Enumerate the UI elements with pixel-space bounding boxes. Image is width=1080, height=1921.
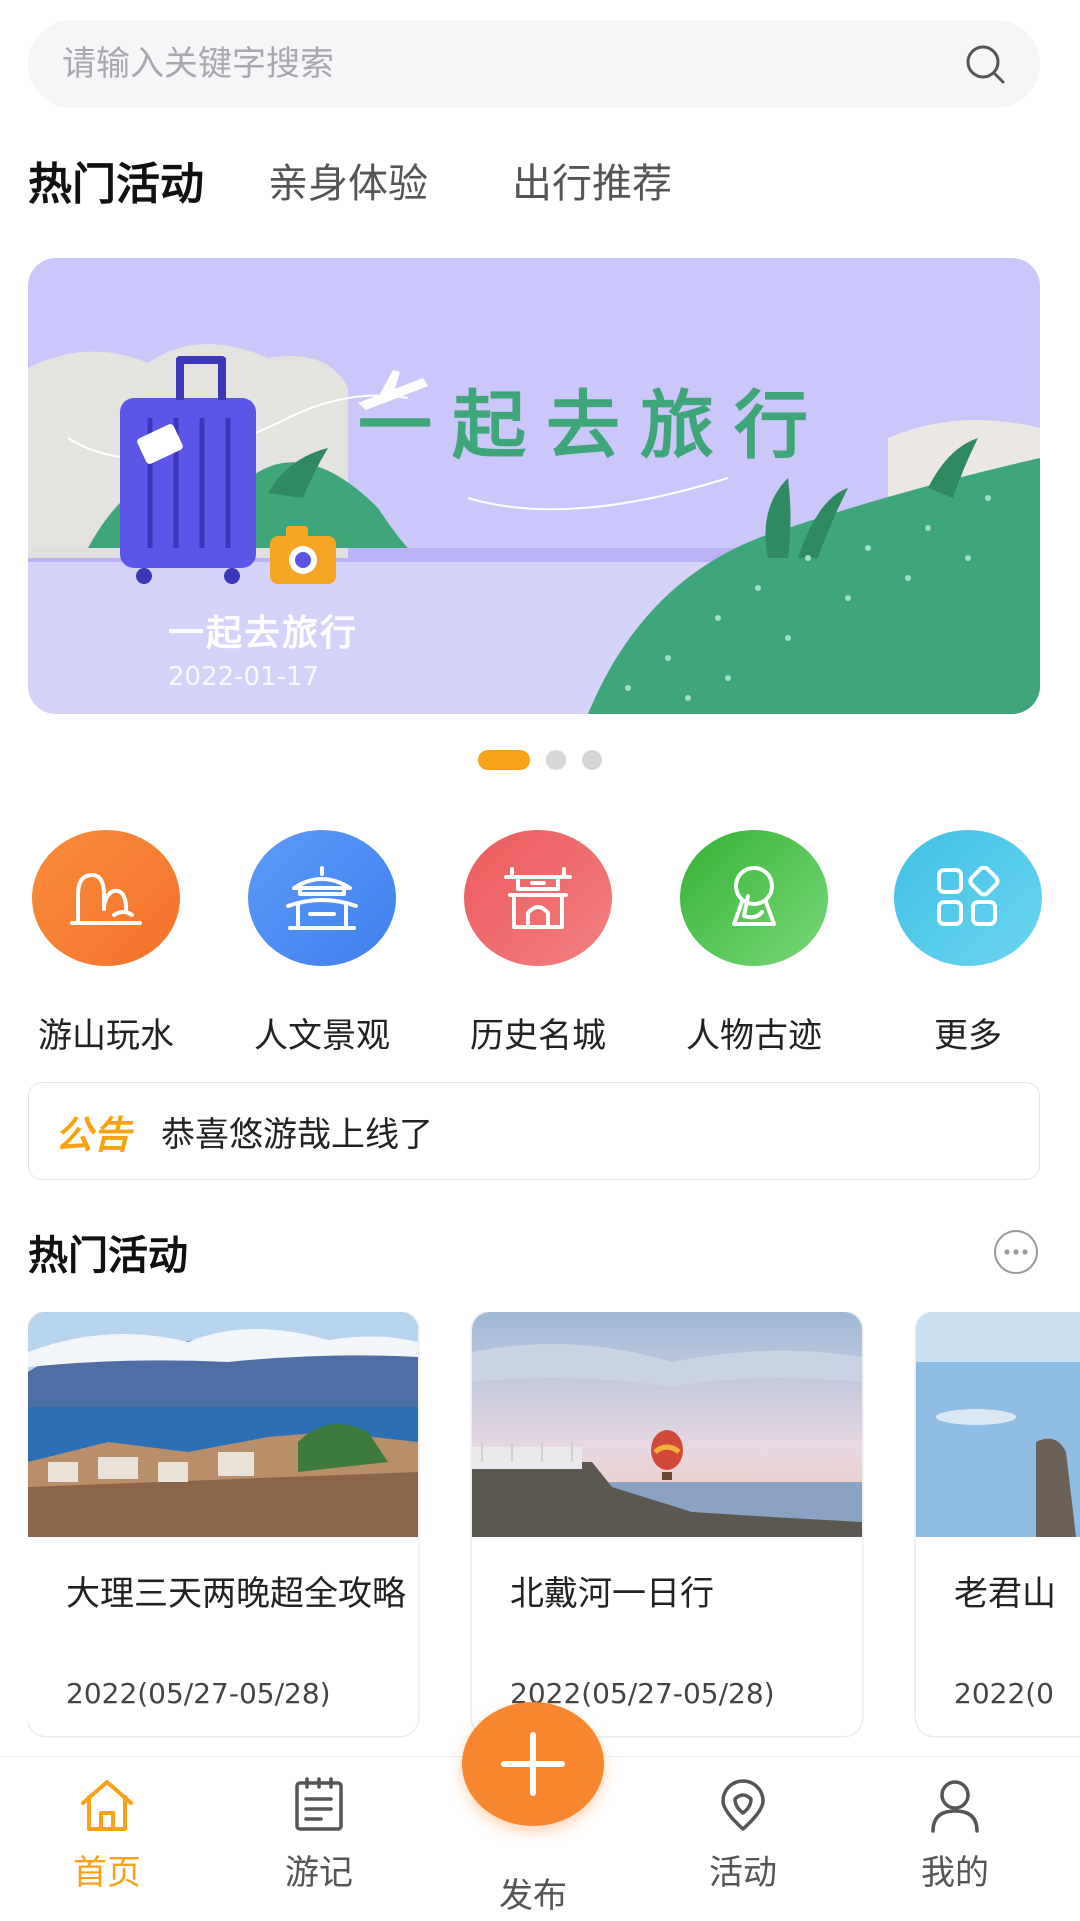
carousel-indicator	[0, 750, 1080, 770]
activity-carousel[interactable]: 大理三天两晚超全攻略 2022(05/27-05/28) 北戴河一日行 2022…	[28, 1312, 1080, 1742]
activity-date: 2022(0	[954, 1677, 1054, 1710]
location-icon	[721, 1779, 765, 1831]
home-icon	[81, 1780, 133, 1831]
carousel-dot-active[interactable]	[478, 750, 530, 770]
category-label: 人文景观	[254, 1016, 390, 1056]
nav-label: 游记	[285, 1853, 353, 1893]
category-label: 历史名城	[470, 1016, 606, 1056]
category-mountain[interactable]: 游山玩水	[16, 830, 196, 1057]
activity-card[interactable]: 大理三天两晚超全攻略 2022(05/27-05/28)	[28, 1312, 418, 1736]
activity-card[interactable]: 老君山 2022(0	[916, 1312, 1080, 1736]
tab-hot-activities[interactable]: 热门活动	[28, 148, 204, 212]
banner-caption: 一起去旅行 2022-01-17	[168, 604, 358, 692]
search-bar[interactable]	[28, 20, 1040, 108]
tab-travel-recommend[interactable]: 出行推荐	[512, 151, 672, 209]
notice-tag: 公告	[55, 1112, 132, 1157]
banner-caption-date: 2022-01-17	[168, 662, 320, 692]
publish-button[interactable]	[462, 1702, 604, 1826]
category-label: 游山玩水	[38, 1016, 174, 1056]
category-more[interactable]: 更多	[878, 830, 1058, 1057]
plus-icon	[501, 1732, 565, 1796]
carousel-dot[interactable]	[546, 750, 566, 770]
category-statue[interactable]: 人物古迹	[664, 830, 844, 1057]
activity-title: 北戴河一日行	[510, 1574, 714, 1614]
notes-icon	[295, 1777, 343, 1831]
nav-label: 我的	[921, 1853, 989, 1893]
notice-text: 恭喜悠游哉上线了	[161, 1114, 434, 1155]
nav-label: 首页	[73, 1853, 141, 1893]
activity-date: 2022(05/27-05/28)	[66, 1677, 331, 1710]
more-icon[interactable]	[992, 1228, 1040, 1276]
activity-card[interactable]: 北戴河一日行 2022(05/27-05/28)	[472, 1312, 862, 1736]
statue-icon	[680, 830, 828, 966]
activity-title: 老君山	[954, 1574, 1056, 1614]
nav-notes[interactable]: 游记	[244, 1777, 394, 1894]
nav-profile[interactable]: 我的	[880, 1777, 1030, 1894]
category-label: 更多	[934, 1016, 1002, 1056]
pavilion-icon	[248, 830, 396, 966]
banner-headline: 一起去旅行	[358, 383, 808, 469]
top-tabs: 热门活动 亲身体验 出行推荐	[28, 150, 756, 210]
banner-caption-title: 一起去旅行	[168, 613, 359, 654]
activity-photo	[28, 1312, 418, 1537]
tab-experience[interactable]: 亲身体验	[268, 151, 428, 209]
nav-activities[interactable]: 活动	[668, 1777, 818, 1894]
nav-home[interactable]: 首页	[32, 1777, 182, 1894]
activity-photo	[916, 1312, 1080, 1537]
banner-carousel[interactable]: 一起去旅行 一起去旅行 2022-01-17	[28, 258, 1040, 714]
category-city-gate[interactable]: 历史名城	[448, 830, 628, 1057]
hot-activities-header: 热门活动	[28, 1222, 1040, 1282]
carousel-dot[interactable]	[582, 750, 602, 770]
nav-label: 活动	[709, 1853, 777, 1893]
notice-bar[interactable]: 公告 恭喜悠游哉上线了	[28, 1082, 1040, 1180]
svg-text:一起去旅行: 一起去旅行	[358, 383, 808, 469]
section-title: 热门活动	[28, 1233, 188, 1279]
city-gate-icon	[464, 830, 612, 966]
activity-photo	[472, 1312, 862, 1537]
category-pavilion[interactable]: 人文景观	[232, 830, 412, 1057]
grid-icon	[894, 830, 1042, 966]
user-icon	[931, 1780, 979, 1833]
publish-label[interactable]: 发布	[462, 1868, 604, 1917]
search-input[interactable]	[60, 43, 962, 85]
mountain-icon	[32, 830, 180, 966]
search-icon[interactable]	[962, 41, 1008, 87]
category-label: 人物古迹	[686, 1016, 822, 1056]
activity-title: 大理三天两晚超全攻略	[66, 1574, 406, 1614]
